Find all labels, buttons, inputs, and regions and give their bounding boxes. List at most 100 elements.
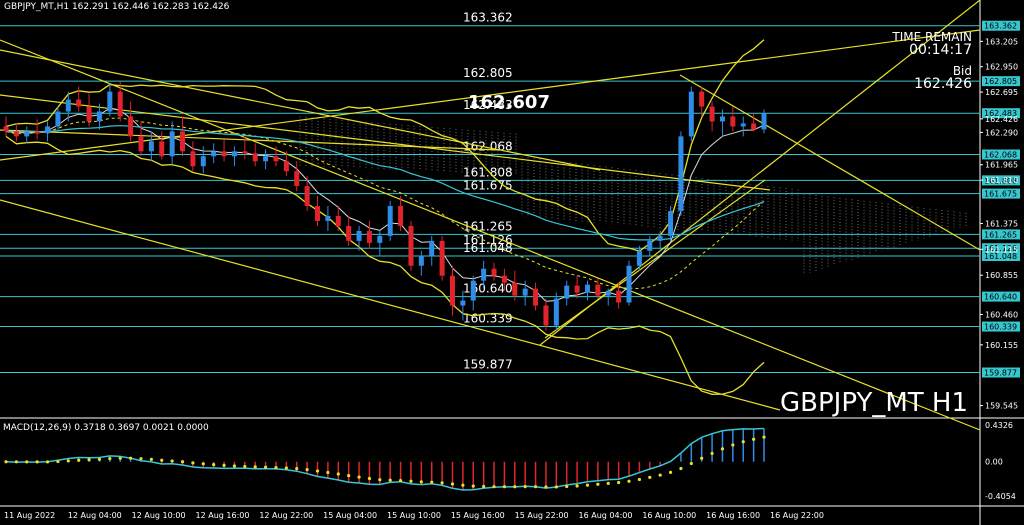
candle-body [180, 131, 186, 152]
candle[interactable] [13, 123, 19, 142]
candle-body [595, 284, 601, 296]
price-tick-label: 161.375 [985, 219, 1018, 228]
candle[interactable] [107, 83, 113, 117]
candle[interactable] [387, 201, 393, 241]
candle[interactable] [626, 260, 632, 306]
candle[interactable] [429, 235, 435, 266]
candle[interactable] [128, 101, 134, 142]
candle[interactable] [294, 161, 300, 192]
candle[interactable] [169, 121, 175, 167]
candle-body [387, 206, 393, 236]
candle-body [730, 116, 736, 127]
candles[interactable] [3, 81, 767, 331]
signal-dot [575, 484, 579, 488]
candle[interactable] [221, 139, 227, 162]
candle[interactable] [740, 116, 746, 137]
candle[interactable] [231, 146, 237, 167]
candle[interactable] [491, 262, 497, 281]
signal-dot [430, 480, 434, 484]
candle-body [688, 91, 694, 137]
level-tag-label: 161.265 [984, 230, 1017, 239]
candle-body [13, 131, 19, 137]
candle[interactable] [325, 206, 331, 231]
candle[interactable] [709, 101, 715, 132]
candle[interactable] [366, 220, 372, 249]
signal-dot [482, 484, 486, 489]
candle-body [740, 123, 746, 127]
bid-value: 162.426 [914, 76, 972, 92]
macd-tick-label: 0.4326 [985, 421, 1013, 430]
candle[interactable] [470, 275, 476, 311]
candle[interactable] [76, 86, 82, 112]
signal-dot [409, 479, 413, 483]
level-label: 161.808 [463, 165, 513, 179]
candle[interactable] [190, 141, 196, 172]
signal-dot [700, 456, 704, 460]
candle[interactable] [398, 196, 404, 231]
signal-dot [232, 464, 237, 468]
candle-body [107, 91, 113, 112]
candle[interactable] [159, 131, 165, 160]
candle[interactable] [668, 206, 674, 241]
signal-dot [253, 465, 257, 469]
symbol-watermark: GBPJPY_MT H1 [780, 388, 968, 418]
candle[interactable] [564, 280, 570, 306]
candle-body [501, 275, 507, 283]
candle-body [45, 126, 51, 134]
candle[interactable] [315, 196, 321, 226]
candle-body [553, 298, 559, 326]
candle[interactable] [34, 119, 40, 140]
candle-body [76, 99, 82, 107]
signal-dot [533, 485, 538, 489]
candle[interactable] [751, 113, 757, 132]
candle[interactable] [449, 265, 455, 316]
candle[interactable] [335, 206, 341, 231]
candle[interactable] [418, 250, 424, 276]
candle[interactable] [553, 292, 559, 331]
candle-body [699, 91, 705, 107]
time-tick-label: 15 Aug 04:00 [323, 511, 377, 520]
time-tick-label: 15 Aug 22:00 [515, 511, 569, 520]
signal-dot [637, 477, 641, 482]
time-tick-label: 16 Aug 22:00 [770, 511, 824, 520]
candle[interactable] [24, 126, 30, 144]
price-tick-label: 162.695 [985, 88, 1018, 97]
price-chart[interactable]: 163.362163.362162.805162.805162.483162.4… [0, 0, 1024, 525]
candle-body [460, 300, 466, 306]
candle-body [522, 288, 528, 296]
signal-dot [502, 485, 507, 489]
level-tag-label: 162.068 [984, 150, 1017, 159]
signal-dot [295, 467, 299, 471]
candle[interactable] [252, 143, 258, 167]
candle-body [481, 268, 487, 281]
candle[interactable] [699, 86, 705, 117]
candle-body [117, 91, 123, 117]
candle[interactable] [533, 282, 539, 311]
candle[interactable] [543, 298, 549, 331]
candle[interactable] [408, 220, 414, 271]
candle[interactable] [688, 86, 694, 142]
time-remain-value: 00:14:17 [909, 42, 972, 58]
candle[interactable] [3, 116, 9, 137]
signal-dot [222, 463, 226, 467]
candle[interactable] [45, 121, 51, 142]
candle-body [231, 151, 237, 157]
candle-body [761, 113, 767, 130]
candle[interactable] [584, 280, 590, 301]
candle[interactable] [647, 235, 653, 256]
candle[interactable] [356, 225, 362, 251]
candle[interactable] [678, 131, 684, 216]
signal-dot [263, 465, 268, 469]
candle[interactable] [211, 143, 217, 164]
signal-dot [212, 463, 216, 467]
candle[interactable] [730, 106, 736, 132]
candle[interactable] [180, 116, 186, 157]
signal-dot [648, 475, 652, 480]
candle-body [335, 215, 341, 226]
candle[interactable] [439, 235, 445, 281]
price-tick-label: 162.290 [985, 128, 1018, 137]
signal-dot [554, 485, 558, 489]
candle-body [86, 106, 92, 122]
candle[interactable] [263, 149, 269, 170]
level-label: 162.805 [463, 66, 513, 80]
